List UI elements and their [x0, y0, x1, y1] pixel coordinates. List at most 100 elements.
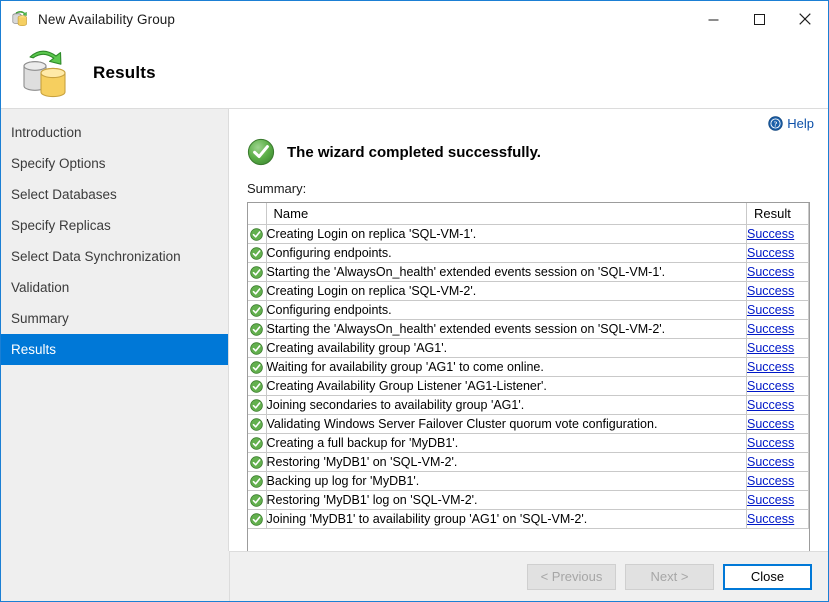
row-result-cell: Success	[747, 262, 809, 281]
success-check-icon	[248, 376, 266, 395]
row-name-cell: Creating Availability Group Listener 'AG…	[266, 376, 747, 395]
close-button[interactable]	[782, 1, 828, 37]
result-link[interactable]: Success	[747, 341, 794, 355]
previous-button[interactable]: < Previous	[527, 564, 616, 590]
row-name-cell: Waiting for availability group 'AG1' to …	[266, 357, 747, 376]
minimize-button[interactable]	[690, 1, 736, 37]
success-check-icon	[248, 300, 266, 319]
row-result-cell: Success	[747, 224, 809, 243]
page-banner: Results	[1, 37, 828, 109]
success-check-icon	[248, 452, 266, 471]
caption-button-group	[690, 1, 828, 37]
success-check-icon	[248, 414, 266, 433]
table-row[interactable]: Starting the 'AlwaysOn_health' extended …	[248, 262, 809, 281]
row-result-cell: Success	[747, 471, 809, 490]
row-name-cell: Creating a full backup for 'MyDB1'.	[266, 433, 747, 452]
table-row[interactable]: Backing up log for 'MyDB1'.Success	[248, 471, 809, 490]
sidebar-item-validation[interactable]: Validation	[1, 272, 228, 303]
maximize-button[interactable]	[736, 1, 782, 37]
table-row[interactable]: Creating a full backup for 'MyDB1'.Succe…	[248, 433, 809, 452]
row-name-cell: Joining secondaries to availability grou…	[266, 395, 747, 414]
table-row[interactable]: Creating Login on replica 'SQL-VM-2'.Suc…	[248, 281, 809, 300]
sidebar-item-select-databases[interactable]: Select Databases	[1, 179, 228, 210]
row-name-cell: Configuring endpoints.	[266, 300, 747, 319]
row-name-cell: Joining 'MyDB1' to availability group 'A…	[266, 509, 747, 528]
table-row[interactable]: Creating Availability Group Listener 'AG…	[248, 376, 809, 395]
row-name-cell: Validating Windows Server Failover Clust…	[266, 414, 747, 433]
wizard-steps-sidebar: Introduction Specify Options Select Data…	[1, 109, 229, 602]
row-result-cell: Success	[747, 452, 809, 471]
result-link[interactable]: Success	[747, 227, 794, 241]
column-header-name[interactable]: Name	[266, 203, 747, 224]
help-icon: ?	[768, 116, 783, 131]
result-link[interactable]: Success	[747, 398, 794, 412]
result-link[interactable]: Success	[747, 379, 794, 393]
wizard-window: New Availability Group	[0, 0, 829, 602]
result-link[interactable]: Success	[747, 284, 794, 298]
result-link[interactable]: Success	[747, 455, 794, 469]
row-result-cell: Success	[747, 509, 809, 528]
success-check-icon	[248, 281, 266, 300]
result-link[interactable]: Success	[747, 474, 794, 488]
row-name-cell: Restoring 'MyDB1' log on 'SQL-VM-2'.	[266, 490, 747, 509]
result-link[interactable]: Success	[747, 436, 794, 450]
sidebar-footer-filler	[1, 551, 230, 601]
row-name-cell: Starting the 'AlwaysOn_health' extended …	[266, 262, 747, 281]
result-link[interactable]: Success	[747, 417, 794, 431]
window-title: New Availability Group	[38, 12, 175, 27]
column-header-result[interactable]: Result	[747, 203, 809, 224]
success-check-icon	[248, 509, 266, 528]
row-result-cell: Success	[747, 338, 809, 357]
row-result-cell: Success	[747, 490, 809, 509]
row-result-cell: Success	[747, 243, 809, 262]
success-check-icon	[248, 490, 266, 509]
table-row[interactable]: Restoring 'MyDB1' log on 'SQL-VM-2'.Succ…	[248, 490, 809, 509]
results-panel: ? Help	[229, 109, 828, 602]
row-result-cell: Success	[747, 281, 809, 300]
table-row[interactable]: Creating availability group 'AG1'.Succes…	[248, 338, 809, 357]
results-table-body: Creating Login on replica 'SQL-VM-1'.Suc…	[248, 224, 809, 528]
result-link[interactable]: Success	[747, 265, 794, 279]
row-result-cell: Success	[747, 319, 809, 338]
row-result-cell: Success	[747, 395, 809, 414]
success-check-icon	[248, 224, 266, 243]
row-result-cell: Success	[747, 414, 809, 433]
sidebar-item-introduction[interactable]: Introduction	[1, 117, 228, 148]
table-row[interactable]: Creating Login on replica 'SQL-VM-1'.Suc…	[248, 224, 809, 243]
table-row[interactable]: Joining secondaries to availability grou…	[248, 395, 809, 414]
help-label: Help	[787, 116, 814, 131]
table-row[interactable]: Validating Windows Server Failover Clust…	[248, 414, 809, 433]
table-row[interactable]: Configuring endpoints.Success	[248, 300, 809, 319]
help-link[interactable]: ? Help	[768, 116, 814, 131]
table-row[interactable]: Waiting for availability group 'AG1' to …	[248, 357, 809, 376]
row-name-cell: Configuring endpoints.	[266, 243, 747, 262]
row-result-cell: Success	[747, 376, 809, 395]
table-row[interactable]: Joining 'MyDB1' to availability group 'A…	[248, 509, 809, 528]
status-message: The wizard completed successfully.	[287, 144, 541, 161]
summary-label: Summary:	[243, 181, 814, 196]
success-check-icon	[248, 338, 266, 357]
row-result-cell: Success	[747, 300, 809, 319]
row-result-cell: Success	[747, 433, 809, 452]
sidebar-item-specify-replicas[interactable]: Specify Replicas	[1, 210, 228, 241]
row-result-cell: Success	[747, 357, 809, 376]
results-table-container[interactable]: Name Result Creating Login on replica 'S…	[247, 202, 810, 554]
success-check-icon	[248, 243, 266, 262]
wizard-footer: < Previous Next > Close	[230, 551, 828, 601]
row-name-cell: Starting the 'AlwaysOn_health' extended …	[266, 319, 747, 338]
sidebar-item-select-data-synchronization[interactable]: Select Data Synchronization	[1, 241, 228, 272]
result-link[interactable]: Success	[747, 246, 794, 260]
next-button[interactable]: Next >	[625, 564, 714, 590]
result-link[interactable]: Success	[747, 303, 794, 317]
sidebar-item-summary[interactable]: Summary	[1, 303, 228, 334]
result-link[interactable]: Success	[747, 493, 794, 507]
result-link[interactable]: Success	[747, 360, 794, 374]
result-link[interactable]: Success	[747, 322, 794, 336]
table-row[interactable]: Starting the 'AlwaysOn_health' extended …	[248, 319, 809, 338]
sidebar-item-specify-options[interactable]: Specify Options	[1, 148, 228, 179]
table-row[interactable]: Configuring endpoints.Success	[248, 243, 809, 262]
table-row[interactable]: Restoring 'MyDB1' on 'SQL-VM-2'.Success	[248, 452, 809, 471]
close-wizard-button[interactable]: Close	[723, 564, 812, 590]
result-link[interactable]: Success	[747, 512, 794, 526]
sidebar-item-results[interactable]: Results	[1, 334, 228, 365]
